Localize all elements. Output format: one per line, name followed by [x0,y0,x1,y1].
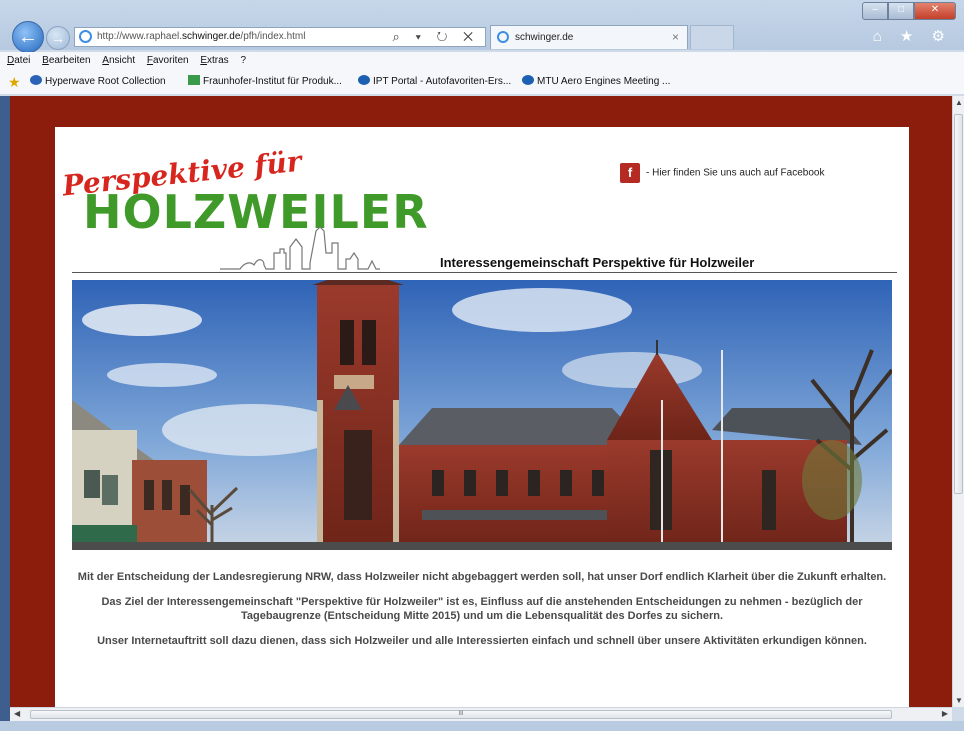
window-bottom-edge [0,721,964,731]
address-tools-icons[interactable]: ⌕ ▾ ↻ ✕ [393,28,479,46]
maximize-button[interactable]: □ [888,2,914,20]
address-bar[interactable]: http://www.raphael.schwinger.de/pfh/inde… [74,27,486,47]
skyline-drawing-icon [220,226,380,270]
favorites-star-icon[interactable]: ★ [8,70,21,94]
ie-icon [79,30,92,43]
tab-title: schwinger.de [515,32,574,43]
menu-help[interactable]: ? [240,52,246,70]
menu-ansicht[interactable]: Ansicht [102,52,135,70]
globe-icon [358,75,370,85]
favorite-link[interactable]: Fraunhofer-Institut für Produk... [188,70,342,94]
horizontal-scroll-thumb[interactable]: III [30,710,892,719]
intro-text: Mit der Entscheidung der Landesregierung… [72,570,892,659]
home-favorites-settings-icons[interactable]: ⌂ ★ ⚙ [873,27,952,45]
scroll-right-arrow-icon[interactable]: ▶ [942,709,948,718]
window-left-edge [0,96,10,721]
page-content: f - Hier finden Sie uns auch auf Facebook… [55,127,909,707]
scroll-left-arrow-icon[interactable]: ◀ [14,709,20,718]
hyperwave-icon [30,75,42,85]
fraunhofer-icon [188,75,200,85]
vertical-scroll-thumb[interactable] [954,114,963,494]
minimize-button[interactable]: – [862,2,888,20]
favorite-link[interactable]: MTU Aero Engines Meeting ... [522,70,670,94]
globe-icon [522,75,534,85]
intro-paragraph-1: Mit der Entscheidung der Landesregierung… [77,571,887,583]
forward-button[interactable]: → [46,26,70,50]
close-window-button[interactable]: ✕ [914,2,956,20]
facebook-link[interactable]: f - Hier finden Sie uns auch auf Facebook [620,163,824,183]
menu-favoriten[interactable]: Favoriten [147,52,189,70]
header-divider [72,272,897,273]
new-tab-button[interactable] [690,25,734,49]
tab-schwinger[interactable]: schwinger.de × [490,25,688,49]
menu-bearbeiten[interactable]: Bearbeiten [42,52,90,70]
title-bar: – □ ✕ ← → http://www.raphael.schwinger.d… [0,0,964,53]
favorite-link[interactable]: Hyperwave Root Collection [30,70,166,94]
facebook-text[interactable]: - Hier finden Sie uns auch auf Facebook [646,168,824,179]
address-url: http://www.raphael.schwinger.de/pfh/inde… [97,31,306,42]
back-button[interactable]: ← [12,21,44,53]
menu-extras[interactable]: Extras [200,52,228,70]
tab-close-icon[interactable]: × [672,26,679,48]
scroll-up-arrow-icon[interactable]: ▲ [955,98,963,107]
browser-window: – □ ✕ ← → http://www.raphael.schwinger.d… [0,0,964,731]
menu-datei[interactable]: Datei [7,52,30,70]
window-controls: – □ ✕ [862,2,956,20]
page-viewport: f - Hier finden Sie uns auch auf Facebook… [10,96,952,707]
favorite-link[interactable]: IPT Portal - Autofavoriten-Ers... [358,70,511,94]
favorites-bar: ★ Hyperwave Root Collection Fraunhofer-I… [0,70,964,95]
horizontal-scrollbar[interactable]: ◀ III ▶ [10,707,952,721]
intro-paragraph-3: Unser Internetauftritt soll dazu dienen,… [97,635,867,647]
vertical-scrollbar[interactable]: ▲ ▼ [952,96,964,707]
tagline: Interessengemeinschaft Perspektive für H… [440,255,755,270]
intro-paragraph-2: Das Ziel der Interessengemeinschaft "Per… [101,596,863,622]
facebook-icon[interactable]: f [620,163,640,183]
scroll-down-arrow-icon[interactable]: ▼ [955,696,963,705]
church-hero-image [72,280,892,550]
ie-icon [497,31,509,43]
menu-bar: Datei Bearbeiten Ansicht Favoriten Extra… [0,52,964,70]
